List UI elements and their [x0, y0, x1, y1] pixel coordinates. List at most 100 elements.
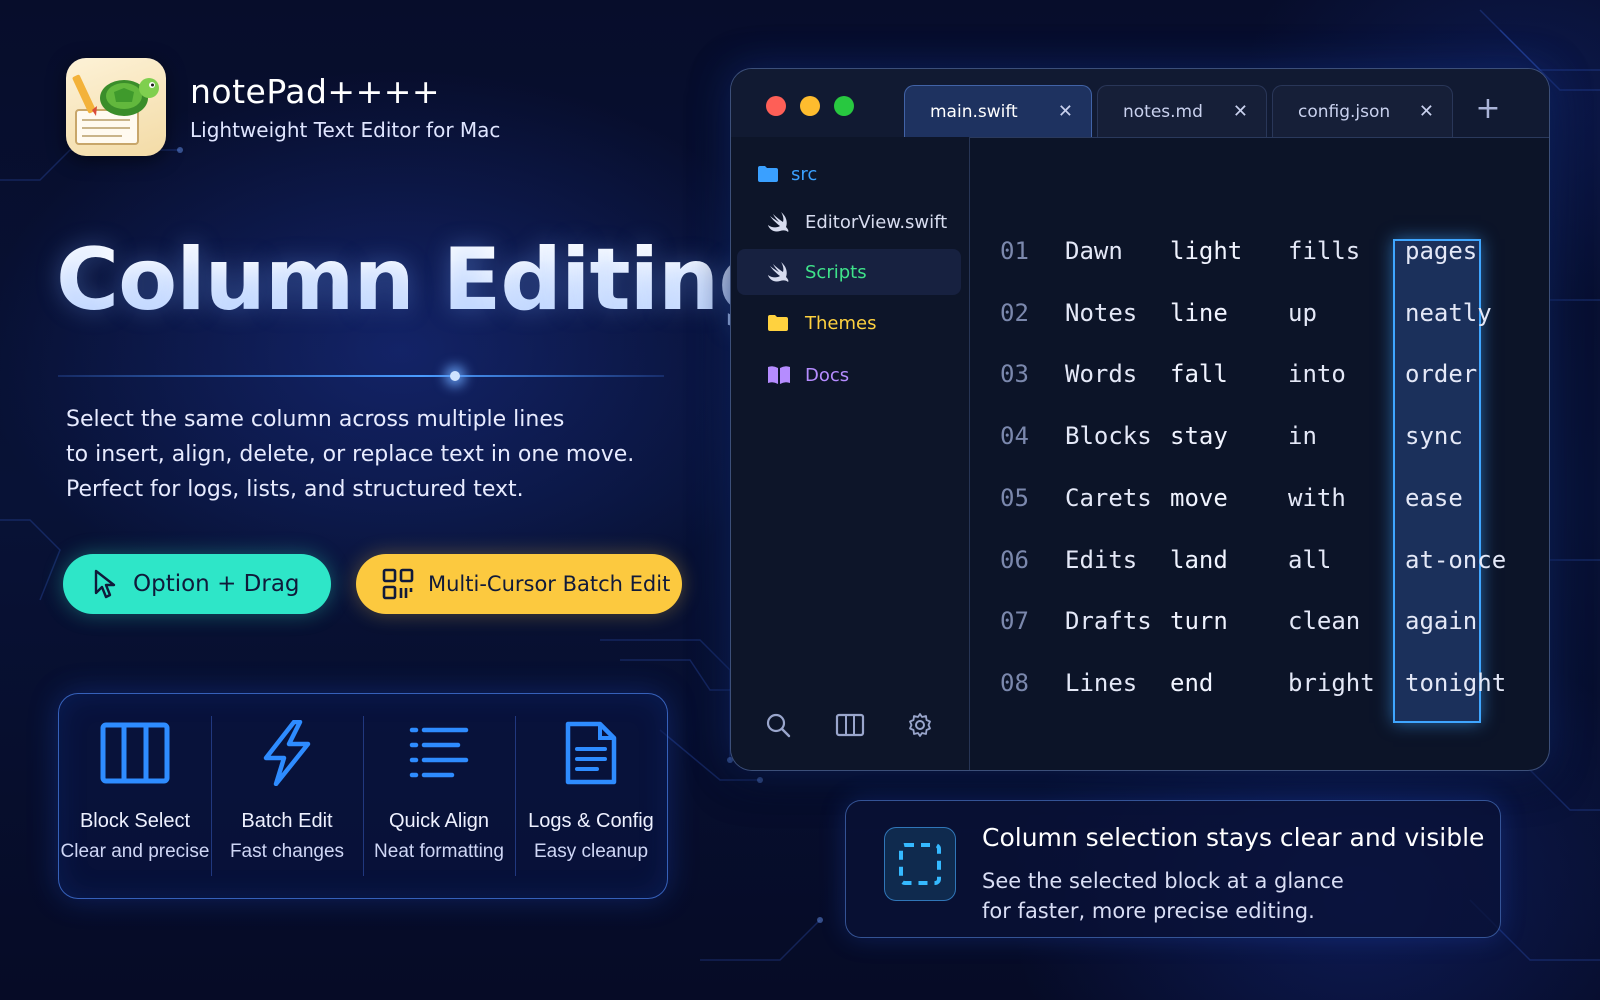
- code-line[interactable]: 06 Edits land all at-once: [970, 540, 1549, 580]
- code-word: bright: [1288, 668, 1375, 697]
- selected-column-word: move: [1170, 483, 1228, 512]
- code-line[interactable]: 08 Lines end bright tonight: [970, 663, 1549, 703]
- brand-header: notePad++++ Lightweight Text Editor for …: [66, 58, 500, 156]
- code-editor[interactable]: 01 Dawn light fills pages 02 Notes line up neatly…: [970, 137, 1549, 770]
- code-word: Notes: [1065, 298, 1138, 327]
- feature-block-select: Block Select Clear and precise: [59, 694, 211, 898]
- close-window-button[interactable]: [766, 96, 786, 116]
- align-lines-icon: [409, 727, 469, 778]
- tab-label: main.swift: [930, 101, 1018, 122]
- code-word: with: [1288, 483, 1346, 512]
- code-word: clean: [1288, 607, 1361, 636]
- page-title: Column Editing: [56, 230, 780, 330]
- sidebar-item-docs[interactable]: Docs: [737, 352, 961, 398]
- close-icon[interactable]: ✕: [1058, 101, 1073, 122]
- code-word: Lines: [1065, 668, 1138, 697]
- selected-column-word: land: [1170, 545, 1228, 574]
- description-line: Select the same column across multiple l…: [66, 407, 565, 432]
- app-name: notePad++++: [190, 72, 441, 111]
- code-line[interactable]: 03 Words fall into order: [970, 354, 1549, 394]
- option-drag-button[interactable]: Option + Drag: [63, 554, 331, 614]
- line-number: 06: [1000, 545, 1029, 574]
- swift-icon: [767, 211, 791, 233]
- sidebar-item-label: src: [791, 163, 818, 185]
- tab-main-swift[interactable]: main.swift ✕: [904, 85, 1092, 137]
- code-word: Dawn: [1065, 237, 1123, 265]
- code-word: sync: [1405, 422, 1463, 451]
- gear-icon[interactable]: [907, 712, 933, 738]
- code-word: Words: [1065, 360, 1138, 389]
- title-bar: main.swift ✕ notes.md ✕ config.json ✕ +: [731, 69, 1549, 138]
- description: Select the same column across multiple l…: [66, 402, 686, 507]
- sidebar-item-src[interactable]: src: [737, 151, 961, 197]
- line-number: 02: [1000, 298, 1029, 327]
- sidebar-item-label: Themes: [805, 312, 877, 334]
- feature-subtitle: Easy cleanup: [533, 841, 649, 862]
- selected-column-word: line: [1170, 298, 1228, 327]
- code-word: in: [1288, 422, 1317, 451]
- feature-batch-edit: Batch Edit Fast changes: [211, 694, 363, 898]
- feature-title: Quick Align: [388, 810, 490, 832]
- line-number: 08: [1000, 668, 1029, 697]
- selected-column-word: light: [1170, 237, 1243, 265]
- line-number: 01: [1000, 237, 1029, 265]
- code-word: at-once: [1405, 545, 1507, 574]
- zoom-window-button[interactable]: [834, 96, 854, 116]
- code-line[interactable]: 07 Drafts turn clean again: [970, 601, 1549, 641]
- description-line: to insert, align, delete, or replace tex…: [66, 442, 635, 467]
- selected-column-word: fall: [1170, 360, 1228, 389]
- code-word: into: [1288, 360, 1346, 389]
- new-tab-button[interactable]: +: [1473, 89, 1503, 129]
- tab-config-json[interactable]: config.json ✕: [1272, 85, 1453, 137]
- code-word: order: [1405, 360, 1478, 389]
- search-icon[interactable]: [765, 712, 791, 738]
- feature-panel: Block Select Clear and precise Batch Edi…: [58, 693, 668, 899]
- swift-icon: [767, 261, 791, 283]
- feature-subtitle: Neat formatting: [374, 841, 504, 862]
- lightning-icon: [263, 720, 311, 786]
- description-line: Perfect for logs, lists, and structured …: [66, 477, 524, 502]
- sidebar-item-editorview[interactable]: EditorView.swift: [737, 199, 961, 245]
- code-word: fills: [1288, 237, 1361, 265]
- headline-divider: [58, 375, 664, 377]
- multi-cursor-button[interactable]: Multi-Cursor Batch Edit: [356, 554, 682, 614]
- folder-icon: [767, 314, 789, 332]
- code-line[interactable]: 05 Carets move with ease: [970, 478, 1549, 518]
- feature-title: Block Select: [79, 810, 191, 832]
- selected-column-word: stay: [1170, 422, 1228, 451]
- line-number: 03: [1000, 360, 1029, 389]
- sidebar-item-label: Docs: [805, 364, 850, 386]
- selected-column-word: turn: [1170, 607, 1228, 636]
- code-word: Carets: [1065, 483, 1152, 512]
- code-line[interactable]: 01 Dawn light fills pages: [970, 231, 1549, 271]
- code-word: all: [1288, 545, 1332, 574]
- code-word: Edits: [1065, 545, 1138, 574]
- tab-label: notes.md: [1123, 101, 1203, 122]
- book-icon: [767, 365, 791, 385]
- feature-subtitle: Clear and precise: [60, 841, 210, 862]
- sidebar-item-themes[interactable]: Themes: [737, 300, 961, 346]
- editor-window: main.swift ✕ notes.md ✕ config.json ✕ + …: [730, 68, 1550, 771]
- tab-label: config.json: [1298, 101, 1391, 122]
- tab-notes-md[interactable]: notes.md ✕: [1097, 85, 1267, 137]
- feature-logs-config: Logs & Config Easy cleanup: [515, 694, 667, 898]
- selected-column-word: end: [1170, 668, 1214, 697]
- code-word: Blocks: [1065, 422, 1152, 451]
- multi-cursor-label: Multi-Cursor Batch Edit: [428, 572, 671, 596]
- split-view-icon[interactable]: [835, 712, 865, 738]
- app-tagline: Lightweight Text Editor for Mac: [190, 118, 501, 142]
- grid-icon: [382, 568, 414, 600]
- turtle-notepad-app-icon: [66, 58, 166, 156]
- close-icon[interactable]: ✕: [1233, 101, 1248, 122]
- close-icon[interactable]: ✕: [1419, 101, 1434, 122]
- folder-icon: [757, 165, 779, 183]
- code-line[interactable]: 04 Blocks stay in sync: [970, 416, 1549, 456]
- file-sidebar: src EditorView.swift Scripts Themes Docs: [731, 137, 970, 770]
- code-word: again: [1405, 607, 1478, 636]
- code-line[interactable]: 02 Notes line up neatly: [970, 293, 1549, 333]
- glow-dot: [450, 371, 460, 381]
- sidebar-item-label: EditorView.swift: [805, 211, 948, 233]
- feature-title: Logs & Config: [528, 810, 654, 832]
- sidebar-item-scripts[interactable]: Scripts: [737, 249, 961, 295]
- minimize-window-button[interactable]: [800, 96, 820, 116]
